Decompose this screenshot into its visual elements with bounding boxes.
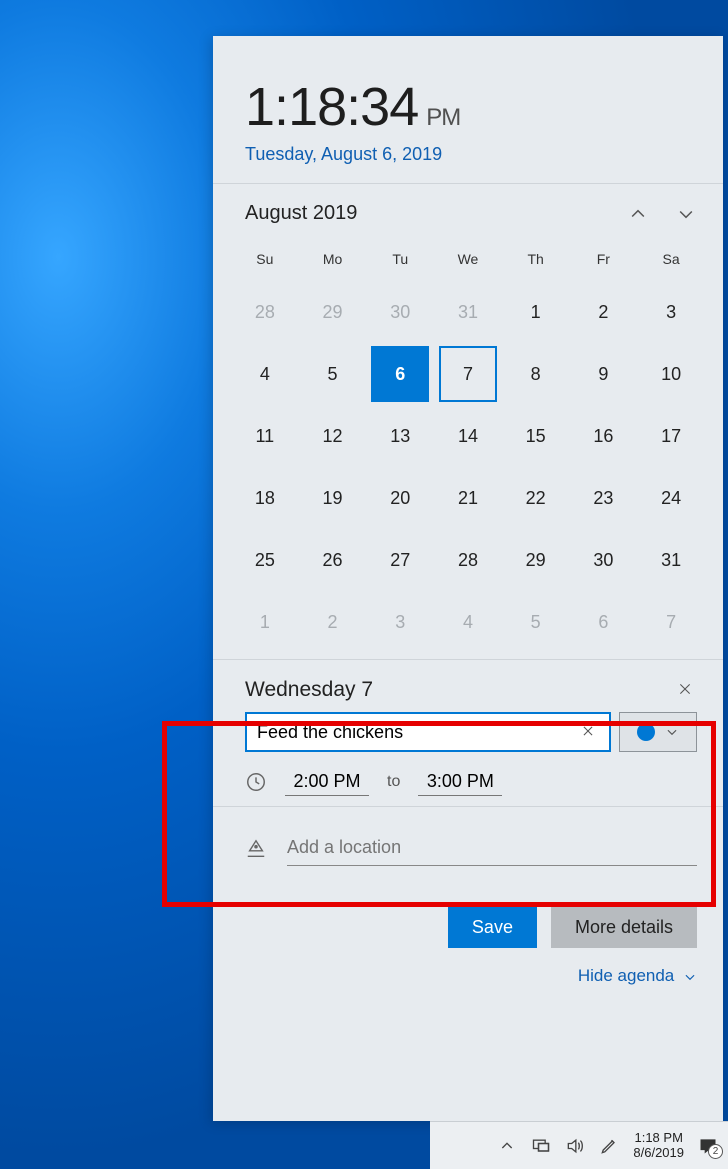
hide-agenda-link[interactable]: Hide agenda	[213, 948, 723, 986]
day-header: Mo	[299, 237, 367, 281]
clock-time: 1:18:34PM	[245, 76, 691, 138]
calendar-day[interactable]: 3	[366, 591, 434, 653]
calendar-day[interactable]: 29	[299, 281, 367, 343]
day-header: Fr	[570, 237, 638, 281]
clock-seconds: 34	[360, 77, 418, 137]
end-time-field[interactable]: 3:00 PM	[418, 768, 502, 796]
location-input[interactable]	[287, 831, 697, 866]
tray-time: 1:18 PM	[633, 1131, 684, 1146]
calendar-day[interactable]: 13	[366, 405, 434, 467]
clock-minutes: 18	[288, 77, 346, 137]
tray-date: 8/6/2019	[633, 1146, 684, 1161]
calendar-day[interactable]: 22	[502, 467, 570, 529]
month-row: August 2019	[213, 184, 723, 229]
volume-icon[interactable]	[565, 1136, 585, 1156]
notification-badge: 2	[708, 1144, 723, 1159]
calendar-day[interactable]: 31	[434, 281, 502, 343]
month-nav	[627, 203, 697, 225]
calendar-day[interactable]: 18	[231, 467, 299, 529]
chevron-down-icon	[683, 970, 697, 984]
clear-input-icon[interactable]	[581, 724, 597, 740]
calendar-day[interactable]: 14	[434, 405, 502, 467]
calendar-day[interactable]: 1	[231, 591, 299, 653]
calendar-day[interactable]: 23	[570, 467, 638, 529]
calendar-day[interactable]: 2	[299, 591, 367, 653]
calendar-day[interactable]: 6	[570, 591, 638, 653]
calendar-day[interactable]: 29	[502, 529, 570, 591]
start-time-field[interactable]: 2:00 PM	[285, 768, 369, 796]
tray-clock[interactable]: 1:18 PM 8/6/2019	[633, 1131, 684, 1161]
calendar-day[interactable]: 28	[231, 281, 299, 343]
calendar-day[interactable]: 9	[570, 343, 638, 405]
color-swatch-icon	[637, 723, 655, 741]
event-title-row	[213, 712, 723, 752]
calendar-day[interactable]: 15	[502, 405, 570, 467]
calendar-day[interactable]: 20	[366, 467, 434, 529]
clock-section: 1:18:34PM Tuesday, August 6, 2019	[213, 36, 723, 183]
tray-overflow-icon[interactable]	[497, 1136, 517, 1156]
day-header: Tu	[366, 237, 434, 281]
chevron-down-icon	[665, 725, 679, 739]
calendar-day[interactable]: 30	[570, 529, 638, 591]
calendar-day[interactable]: 25	[231, 529, 299, 591]
day-header: Sa	[637, 237, 705, 281]
more-details-button[interactable]: More details	[551, 906, 697, 948]
calendar-day[interactable]: 27	[366, 529, 434, 591]
clock-date-link[interactable]: Tuesday, August 6, 2019	[245, 144, 691, 165]
clock-icon	[245, 771, 267, 793]
event-title-input[interactable]	[257, 714, 575, 750]
to-label: to	[387, 773, 400, 791]
save-button[interactable]: Save	[448, 906, 537, 948]
calendar-grid: SuMoTuWeThFrSa28293031123456789101112131…	[213, 229, 723, 659]
calendar-day[interactable]: 31	[637, 529, 705, 591]
agenda-header: Wednesday 7	[213, 660, 723, 712]
month-label[interactable]: August 2019	[245, 202, 357, 225]
calendar-day[interactable]: 6	[366, 343, 434, 405]
calendar-day[interactable]: 17	[637, 405, 705, 467]
calendar-day[interactable]: 4	[231, 343, 299, 405]
calendar-day[interactable]: 4	[434, 591, 502, 653]
calendar-color-picker[interactable]	[619, 712, 697, 752]
calendar-day[interactable]: 2	[570, 281, 638, 343]
close-icon[interactable]	[677, 681, 695, 699]
calendar-day[interactable]: 26	[299, 529, 367, 591]
pen-icon[interactable]	[599, 1136, 619, 1156]
calendar-day[interactable]: 3	[637, 281, 705, 343]
clock-hours: 1	[245, 77, 274, 137]
location-icon	[245, 838, 267, 860]
calendar-day[interactable]: 8	[502, 343, 570, 405]
chevron-down-icon[interactable]	[675, 203, 697, 225]
calendar-day[interactable]: 10	[637, 343, 705, 405]
buttons-row: Save More details	[213, 872, 723, 948]
calendar-day[interactable]: 24	[637, 467, 705, 529]
day-header: Th	[502, 237, 570, 281]
event-title-field[interactable]	[245, 712, 611, 752]
day-header: Su	[231, 237, 299, 281]
calendar-day[interactable]: 5	[299, 343, 367, 405]
calendar-day[interactable]: 11	[231, 405, 299, 467]
calendar-flyout: 1:18:34PM Tuesday, August 6, 2019 August…	[213, 36, 723, 1121]
calendar-day[interactable]: 28	[434, 529, 502, 591]
agenda-day-title: Wednesday 7	[245, 678, 373, 702]
chevron-up-icon[interactable]	[627, 203, 649, 225]
taskbar-tray: 1:18 PM 8/6/2019 2	[430, 1121, 728, 1169]
calendar-day[interactable]: 12	[299, 405, 367, 467]
clock-ampm: PM	[426, 104, 460, 131]
calendar-day[interactable]: 7	[637, 591, 705, 653]
time-row: 2:00 PM to 3:00 PM	[213, 752, 723, 806]
location-row	[213, 807, 723, 872]
calendar-day[interactable]: 16	[570, 405, 638, 467]
day-header: We	[434, 237, 502, 281]
calendar-day[interactable]: 21	[434, 467, 502, 529]
action-center-icon[interactable]: 2	[698, 1136, 718, 1156]
calendar-day[interactable]: 5	[502, 591, 570, 653]
calendar-day[interactable]: 7	[434, 343, 502, 405]
calendar-day[interactable]: 19	[299, 467, 367, 529]
hide-agenda-label: Hide agenda	[578, 966, 674, 985]
calendar-day[interactable]: 1	[502, 281, 570, 343]
calendar-day[interactable]: 30	[366, 281, 434, 343]
display-icon[interactable]	[531, 1136, 551, 1156]
